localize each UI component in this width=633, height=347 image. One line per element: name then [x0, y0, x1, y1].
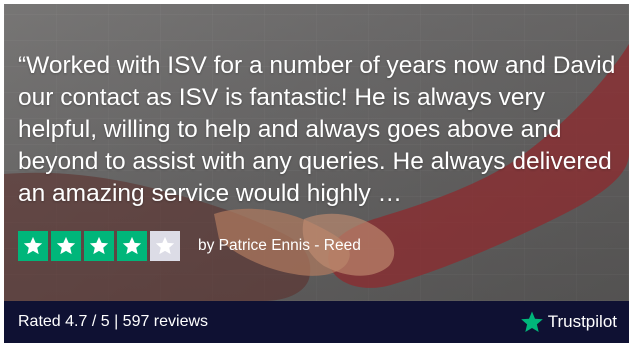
- star-4: [117, 231, 147, 261]
- review-widget: “Worked with ISV for a number of years n…: [4, 4, 629, 343]
- trustpilot-star-icon: [520, 311, 543, 332]
- star-icon: [89, 236, 109, 255]
- review-quote: “Worked with ISV for a number of years n…: [18, 52, 616, 207]
- rating-summary-bar: Rated 4.7 / 5 | 597 reviews Trustpilot: [4, 301, 629, 343]
- star-icon: [155, 236, 175, 255]
- star-5: [150, 231, 180, 261]
- trustpilot-logo-link[interactable]: Trustpilot: [520, 310, 617, 334]
- review-author: by Patrice Ennis - Reed: [198, 237, 361, 254]
- trustpilot-brand-name: Trustpilot: [547, 312, 617, 331]
- star-icon: [56, 236, 76, 255]
- star-1: [18, 231, 48, 261]
- star-rating: [18, 231, 180, 261]
- star-2: [51, 231, 81, 261]
- rating-summary: Rated 4.7 / 5 | 597 reviews: [18, 313, 209, 330]
- star-3: [84, 231, 114, 261]
- star-icon: [122, 236, 142, 255]
- star-icon: [23, 236, 43, 255]
- review-rating-row: by Patrice Ennis - Reed: [18, 231, 361, 261]
